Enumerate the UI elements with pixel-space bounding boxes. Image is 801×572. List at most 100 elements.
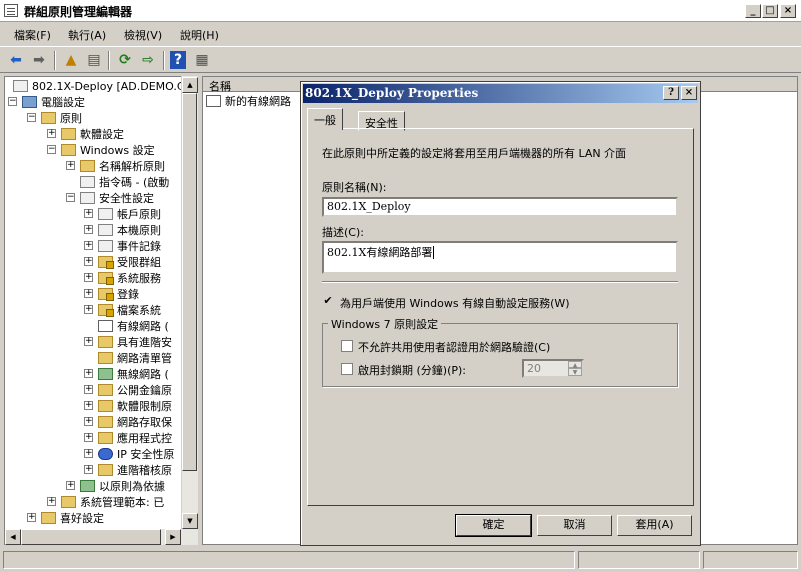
- tree-item[interactable]: Windows 設定: [61, 142, 155, 158]
- list-item[interactable]: 新的有線網路: [206, 93, 291, 109]
- folder-icon: [98, 384, 113, 396]
- expand-button[interactable]: +: [47, 497, 56, 506]
- forward-arrow-icon[interactable]: ➡: [29, 51, 49, 69]
- tree-item[interactable]: 公開金鑰原: [98, 382, 172, 398]
- scroll-down-button[interactable]: ▼: [182, 513, 198, 529]
- tree-item[interactable]: 具有進階安: [98, 334, 172, 350]
- tree-item[interactable]: 軟體設定: [61, 126, 124, 142]
- tree-item[interactable]: 名稱解析原則: [80, 158, 165, 174]
- tree-item[interactable]: 登錄: [98, 286, 139, 302]
- tree-item[interactable]: 受限群組: [98, 254, 161, 270]
- expand-button[interactable]: +: [84, 337, 93, 346]
- expand-button[interactable]: +: [47, 129, 56, 138]
- menu-help[interactable]: 說明(H): [180, 27, 219, 43]
- collapse-button[interactable]: −: [47, 145, 56, 154]
- ip-icon: [98, 448, 113, 460]
- tree-item[interactable]: IP 安全性原: [98, 446, 174, 462]
- spin-down-icon[interactable]: ▼: [568, 368, 582, 376]
- toolbar-separator: [108, 51, 110, 70]
- expand-button[interactable]: +: [66, 481, 75, 490]
- collapse-button[interactable]: −: [8, 97, 17, 106]
- cancel-button[interactable]: 取消: [537, 515, 612, 536]
- maximize-button[interactable]: □: [762, 4, 778, 18]
- scroll-thumb[interactable]: [182, 93, 197, 471]
- tree-item[interactable]: 檔案系統: [98, 302, 161, 318]
- folder-icon: [61, 496, 76, 508]
- expand-button[interactable]: +: [84, 433, 93, 442]
- tree-item[interactable]: 軟體限制原: [98, 398, 172, 414]
- tree-item[interactable]: 帳戶原則: [98, 206, 161, 222]
- help-icon[interactable]: ?: [170, 51, 186, 69]
- properties-icon[interactable]: ▦: [192, 51, 212, 69]
- tree-item[interactable]: 網路存取保: [98, 414, 172, 430]
- expand-button[interactable]: +: [84, 241, 93, 250]
- tree-item[interactable]: 本機原則: [98, 222, 161, 238]
- tree-item[interactable]: 網路清單管: [98, 350, 172, 366]
- description-input[interactable]: 802.1X有線網路部署: [322, 241, 678, 274]
- back-arrow-icon[interactable]: ⬅: [6, 51, 26, 69]
- tree-item[interactable]: 進階稽核原: [98, 462, 172, 478]
- expand-button[interactable]: +: [84, 449, 93, 458]
- tree-item[interactable]: 指令碼 - (啟動: [80, 174, 169, 190]
- scroll-left-button[interactable]: ◀: [5, 529, 21, 545]
- dialog-close-button[interactable]: ×: [681, 86, 697, 100]
- menu-action[interactable]: 執行(A): [68, 27, 106, 43]
- tab-general[interactable]: 一般: [307, 108, 343, 130]
- menu-view[interactable]: 檢視(V): [124, 27, 162, 43]
- ok-button[interactable]: 確定: [455, 514, 532, 537]
- expand-button[interactable]: +: [84, 257, 93, 266]
- expand-button[interactable]: +: [84, 209, 93, 218]
- block-period-spinner[interactable]: 20 ▲ ▼: [522, 359, 584, 378]
- menu-file[interactable]: 檔案(F): [14, 27, 51, 43]
- tree-item[interactable]: 系統管理範本: 已: [61, 494, 164, 510]
- collapse-button[interactable]: −: [27, 113, 36, 122]
- expand-button[interactable]: +: [84, 417, 93, 426]
- status-panel: [3, 551, 575, 569]
- tree-item[interactable]: 無線網路 (: [98, 366, 169, 382]
- text-cursor: [433, 246, 435, 259]
- tree-item[interactable]: 喜好設定: [41, 510, 104, 526]
- expand-button[interactable]: +: [84, 273, 93, 282]
- refresh-icon[interactable]: ⟳: [115, 51, 135, 69]
- tree-item[interactable]: 事件記錄: [98, 238, 161, 254]
- show-hide-tree-icon[interactable]: ▤: [84, 51, 104, 69]
- export-list-icon[interactable]: ⇨: [138, 51, 158, 69]
- tree-item[interactable]: 以原則為依據: [80, 478, 165, 494]
- tree-item[interactable]: 有線網路 (: [98, 318, 169, 334]
- expand-button[interactable]: +: [84, 385, 93, 394]
- spin-up-icon[interactable]: ▲: [568, 361, 582, 369]
- tree-item-label: 軟體設定: [80, 128, 124, 141]
- scroll-up-button[interactable]: ▲: [182, 77, 198, 93]
- no-share-credentials-checkbox[interactable]: [341, 340, 353, 352]
- expand-button[interactable]: +: [84, 289, 93, 298]
- up-folder-icon[interactable]: ▲: [61, 51, 81, 69]
- policy-name-input[interactable]: 802.1X_Deploy: [322, 197, 678, 217]
- tree-root[interactable]: 802.1X-Deploy [AD.DEMO.CO: [13, 78, 193, 94]
- toolbar: ⬅ ➡ ▲ ▤ ⟳ ⇨ ? ▦: [0, 46, 801, 73]
- expand-button[interactable]: +: [84, 305, 93, 314]
- minimize-button[interactable]: _: [745, 4, 761, 18]
- tree-item[interactable]: 系統服務: [98, 270, 161, 286]
- tree-item[interactable]: 原則: [41, 110, 82, 126]
- dialog-help-button[interactable]: ?: [663, 86, 679, 100]
- expand-button[interactable]: +: [84, 465, 93, 474]
- tree-item[interactable]: 電腦設定: [22, 94, 85, 110]
- expand-button[interactable]: +: [66, 161, 75, 170]
- scroll-right-button[interactable]: ▶: [165, 529, 181, 545]
- tree-item[interactable]: 安全性設定: [80, 190, 154, 206]
- close-window-button[interactable]: ×: [780, 4, 796, 18]
- apply-button[interactable]: 套用(A): [617, 515, 692, 536]
- status-panel: [703, 551, 798, 569]
- folder-icon: [41, 112, 56, 124]
- security-icon: [80, 192, 95, 204]
- expand-button[interactable]: +: [84, 401, 93, 410]
- block-period-checkbox[interactable]: [341, 363, 353, 375]
- collapse-button[interactable]: −: [66, 193, 75, 202]
- tree-item[interactable]: 應用程式控: [98, 430, 172, 446]
- hscroll-thumb[interactable]: [21, 529, 161, 545]
- autoconfig-checkbox[interactable]: ✔: [322, 295, 334, 308]
- expand-button[interactable]: +: [84, 369, 93, 378]
- expand-button[interactable]: +: [27, 513, 36, 522]
- script-icon: [80, 176, 95, 188]
- expand-button[interactable]: +: [84, 225, 93, 234]
